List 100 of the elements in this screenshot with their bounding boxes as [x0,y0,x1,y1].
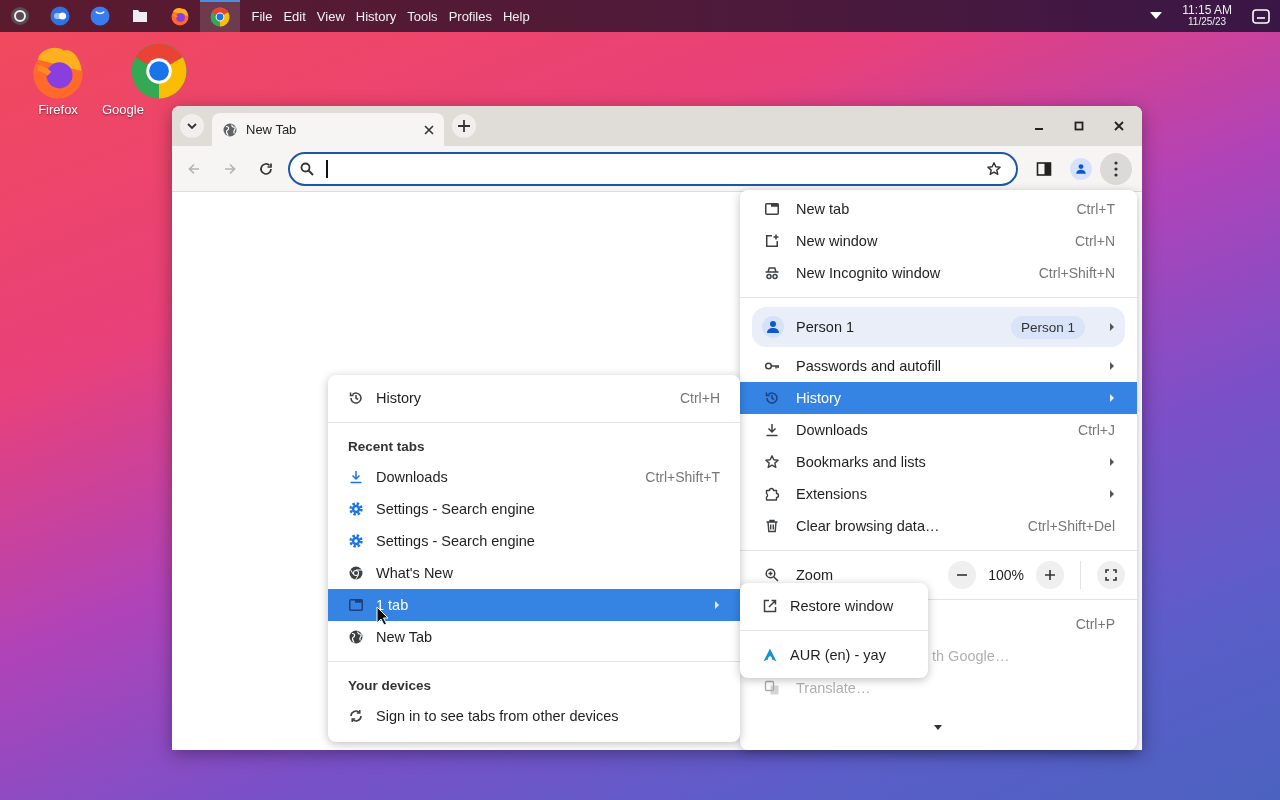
browser-logo-icon [348,565,364,581]
menu-item[interactable]: Settings - Search engine [328,493,740,525]
section-heading: Recent tabs [347,438,426,456]
menu-item[interactable]: Sign in to see tabs from other devices [328,700,740,732]
menu-item[interactable]: Clear browsing data… Ctrl+Shift+Del [740,510,1137,542]
menu-item[interactable]: History Ctrl+H [328,382,740,414]
submenu-arrow-icon [1109,457,1115,467]
menu-item[interactable]: New Incognito window Ctrl+Shift+N [740,257,1137,289]
menu-button[interactable] [1100,152,1132,185]
toggle-app-icon[interactable] [50,6,70,26]
menu-item-label: Downloads [376,469,448,485]
scroll-down-icon[interactable] [934,725,942,730]
minus-icon [957,574,968,576]
menu-bar-item[interactable]: Help [497,8,536,24]
tab-icon [348,597,364,613]
caret-down-icon [187,122,197,130]
new-tab-button[interactable] [452,114,476,138]
menu-item[interactable]: History [740,382,1137,414]
address-bar[interactable] [288,151,1018,186]
show-desktop-icon[interactable] [1252,8,1270,24]
menu-item[interactable]: Settings - Search engine [328,525,740,557]
menu-item-label: History [796,390,842,406]
browser-logo-icon[interactable] [210,7,230,27]
gear-icon [348,501,364,517]
profile-button[interactable] [1070,157,1092,180]
mountain-logo-icon [762,647,778,663]
text-cursor [326,159,328,178]
zoom-out-button[interactable] [948,561,977,589]
menu-item[interactable]: Bookmarks and lists [740,446,1137,478]
submenu-arrow-icon [714,600,720,610]
trash-icon [764,518,780,534]
tab-search-button[interactable] [180,114,204,138]
shortcut-text: Ctrl+T [1076,201,1115,217]
shortcut-text: Ctrl+Shift+T [645,469,720,485]
menu-item[interactable]: AUR (en) - yay [740,639,928,671]
plus-icon [458,120,470,132]
shortcut-text: Ctrl+N [1074,233,1115,249]
shortcut-text: Ctrl+P [1075,616,1115,632]
history-icon [764,390,780,406]
download-icon [764,422,780,438]
reload-icon[interactable] [258,160,274,177]
menu-bar-item[interactable]: View [311,8,351,24]
plus-icon [1045,570,1055,580]
side-panel-icon[interactable] [1036,160,1052,177]
menu-item[interactable]: Downloads Ctrl+Shift+T [328,461,740,493]
clock-date: 11/25/23 [1188,16,1227,27]
menu-item-label: Passwords and autofill [796,358,942,374]
submenu-arrow-icon [1109,322,1115,332]
star-icon[interactable] [986,160,1002,177]
menu-item-label: Downloads [796,422,868,438]
zoom-label: Zoom [796,567,834,583]
menu-bar-item[interactable]: Tools [401,8,444,24]
menu-item[interactable]: Restore window [740,590,928,622]
menu-item[interactable]: Extensions [740,478,1137,510]
menu-item-label: AUR (en) - yay [790,647,886,663]
menu-item[interactable]: Passwords and autofill [740,350,1137,382]
menu-item-label: New Tab [376,629,433,645]
menu-item-label: New Incognito window [796,265,941,281]
globe-icon [348,629,364,645]
maximize-icon[interactable] [1074,121,1084,131]
desktop-icon-label[interactable]: Firefox [38,102,78,117]
browser-logo-icon[interactable] [130,42,188,100]
submenu-arrow-icon [1109,393,1115,403]
menu-item[interactable]: New window Ctrl+N [740,225,1137,257]
menu-item[interactable]: What's New [328,557,740,589]
download-icon [348,469,364,485]
incognito-icon [764,265,780,281]
tab-title: New Tab [246,122,298,137]
close-icon[interactable] [424,124,434,135]
menu-item[interactable]: New tab Ctrl+T [740,193,1137,225]
zoom-in-button[interactable] [1036,561,1064,589]
person-icon [1074,162,1088,175]
globe-icon [222,121,238,138]
fox-globe-icon[interactable] [170,6,190,26]
menu-bar-item[interactable]: Edit [277,8,312,24]
tab-icon [764,201,780,217]
launcher-icon[interactable] [10,6,30,26]
new-window-icon [764,233,780,249]
shortcut-text: Ctrl+Shift+N [1038,265,1115,281]
sync-icon [348,708,364,724]
menu-bar-item[interactable]: History [350,8,402,24]
zoom-level: 100% [988,567,1024,583]
menu-bar-item[interactable]: Profiles [443,8,498,24]
menu-bar-item[interactable]: File [246,8,278,24]
fullscreen-button[interactable] [1097,561,1125,589]
fullscreen-icon [1105,569,1117,581]
desktop-icon-label[interactable]: Google [102,102,144,117]
profile-name: Person 1 [796,319,855,335]
close-icon[interactable] [1114,121,1124,131]
smile-app-icon[interactable] [90,6,110,26]
menu-item-label: New tab [796,201,850,217]
submenu-arrow-icon [1109,489,1115,499]
star-icon [764,454,780,470]
profile-menu-item[interactable]: Person 1 Person 1 [752,307,1125,347]
menu-item[interactable]: Downloads Ctrl+J [740,414,1137,446]
zoom-in-icon [764,567,780,583]
menu-item[interactable]: New Tab [328,621,740,653]
menu-item-label: Bookmarks and lists [796,454,926,470]
browser-tab[interactable]: New Tab [212,113,444,146]
dropdown-icon[interactable] [1150,12,1163,20]
